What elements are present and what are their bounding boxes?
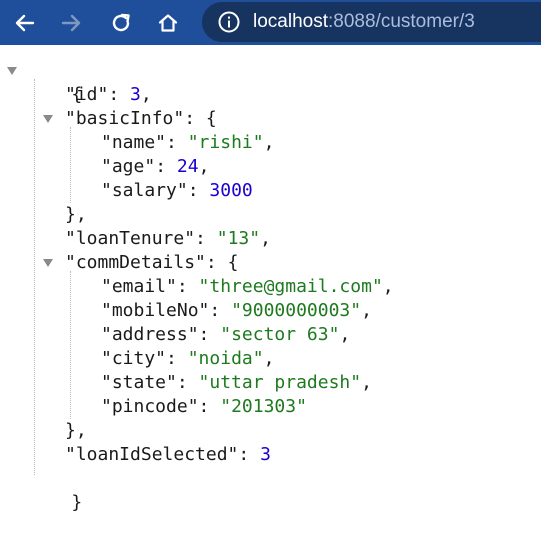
json-key: "city" bbox=[101, 348, 167, 369]
json-line: } bbox=[28, 467, 82, 513]
json-value: "noida" bbox=[187, 348, 264, 369]
json-line: "address": "sector 63", bbox=[101, 324, 351, 345]
collapse-toggle-icon[interactable] bbox=[6, 65, 18, 77]
json-key: "pincode" bbox=[101, 396, 199, 417]
json-line: "email": "three@gmail.com", bbox=[101, 276, 394, 297]
json-line: "id": 3, bbox=[65, 84, 152, 105]
json-value: 24 bbox=[176, 156, 199, 177]
json-line: "loanIdSelected": 3 bbox=[65, 444, 271, 465]
json-line: "commDetails": { bbox=[65, 252, 239, 273]
collapse-toggle-icon[interactable] bbox=[42, 257, 54, 269]
address-bar[interactable]: localhost:8088/customer/3 bbox=[202, 2, 541, 42]
json-key: "name" bbox=[101, 132, 167, 153]
json-value: 3 bbox=[260, 444, 271, 465]
json-line: "loanTenure": "13", bbox=[65, 228, 271, 249]
indent-guide bbox=[34, 79, 35, 475]
json-key: "loanIdSelected" bbox=[65, 444, 239, 465]
info-icon[interactable] bbox=[217, 10, 241, 34]
json-key: "address" bbox=[101, 324, 199, 345]
json-line: "age": 24, bbox=[101, 156, 210, 177]
json-value: 3000 bbox=[209, 180, 253, 201]
json-value: "9000000003" bbox=[231, 300, 362, 321]
url-text[interactable]: localhost:8088/customer/3 bbox=[253, 9, 475, 35]
json-line: "salary": 3000 bbox=[101, 180, 253, 201]
json-line: "state": "uttar pradesh", bbox=[101, 372, 372, 393]
json-value: "three@gmail.com" bbox=[198, 276, 383, 297]
url-path: :8088/customer/3 bbox=[328, 11, 475, 32]
json-value: "201303" bbox=[220, 396, 307, 417]
forward-button[interactable] bbox=[53, 4, 91, 42]
indent-guide bbox=[70, 271, 71, 419]
back-button[interactable] bbox=[5, 4, 43, 42]
json-line: "name": "rishi", bbox=[101, 132, 275, 153]
browser-toolbar: localhost:8088/customer/3 bbox=[0, 0, 541, 45]
home-button[interactable] bbox=[149, 4, 187, 42]
json-key: "state" bbox=[101, 372, 177, 393]
reload-icon bbox=[112, 13, 130, 32]
json-line: "pincode": "201303" bbox=[101, 396, 307, 417]
json-key: "salary" bbox=[101, 180, 188, 201]
json-viewer: { "id": 3, "basicInfo": { "name": "rishi… bbox=[0, 45, 541, 552]
indent-guide bbox=[70, 127, 71, 203]
json-key: "age" bbox=[101, 156, 156, 177]
json-key: "loanTenure" bbox=[65, 228, 196, 249]
json-value: "13" bbox=[216, 228, 261, 249]
arrow-left-icon bbox=[15, 14, 35, 32]
arrow-right-icon bbox=[61, 14, 81, 32]
json-line: }, bbox=[65, 204, 87, 225]
json-value: "sector 63" bbox=[220, 324, 340, 345]
home-icon bbox=[158, 14, 178, 32]
json-key: "mobileNo" bbox=[101, 300, 210, 321]
json-line: "mobileNo": "9000000003", bbox=[101, 300, 372, 321]
json-key: "basicInfo" bbox=[65, 108, 185, 129]
json-line: { bbox=[28, 59, 82, 105]
json-key: "id" bbox=[65, 84, 109, 105]
json-key: "commDetails" bbox=[65, 252, 206, 273]
json-value: "rishi" bbox=[187, 132, 264, 153]
json-key: "email" bbox=[101, 276, 177, 297]
json-line: "basicInfo": { bbox=[65, 108, 217, 129]
json-line: }, bbox=[65, 420, 87, 441]
reload-button[interactable] bbox=[102, 4, 140, 42]
json-value: 3 bbox=[130, 84, 141, 105]
json-value: "uttar pradesh" bbox=[198, 372, 362, 393]
json-line: "city": "noida", bbox=[101, 348, 275, 369]
url-host: localhost bbox=[253, 11, 328, 32]
close-brace: } bbox=[71, 492, 83, 513]
